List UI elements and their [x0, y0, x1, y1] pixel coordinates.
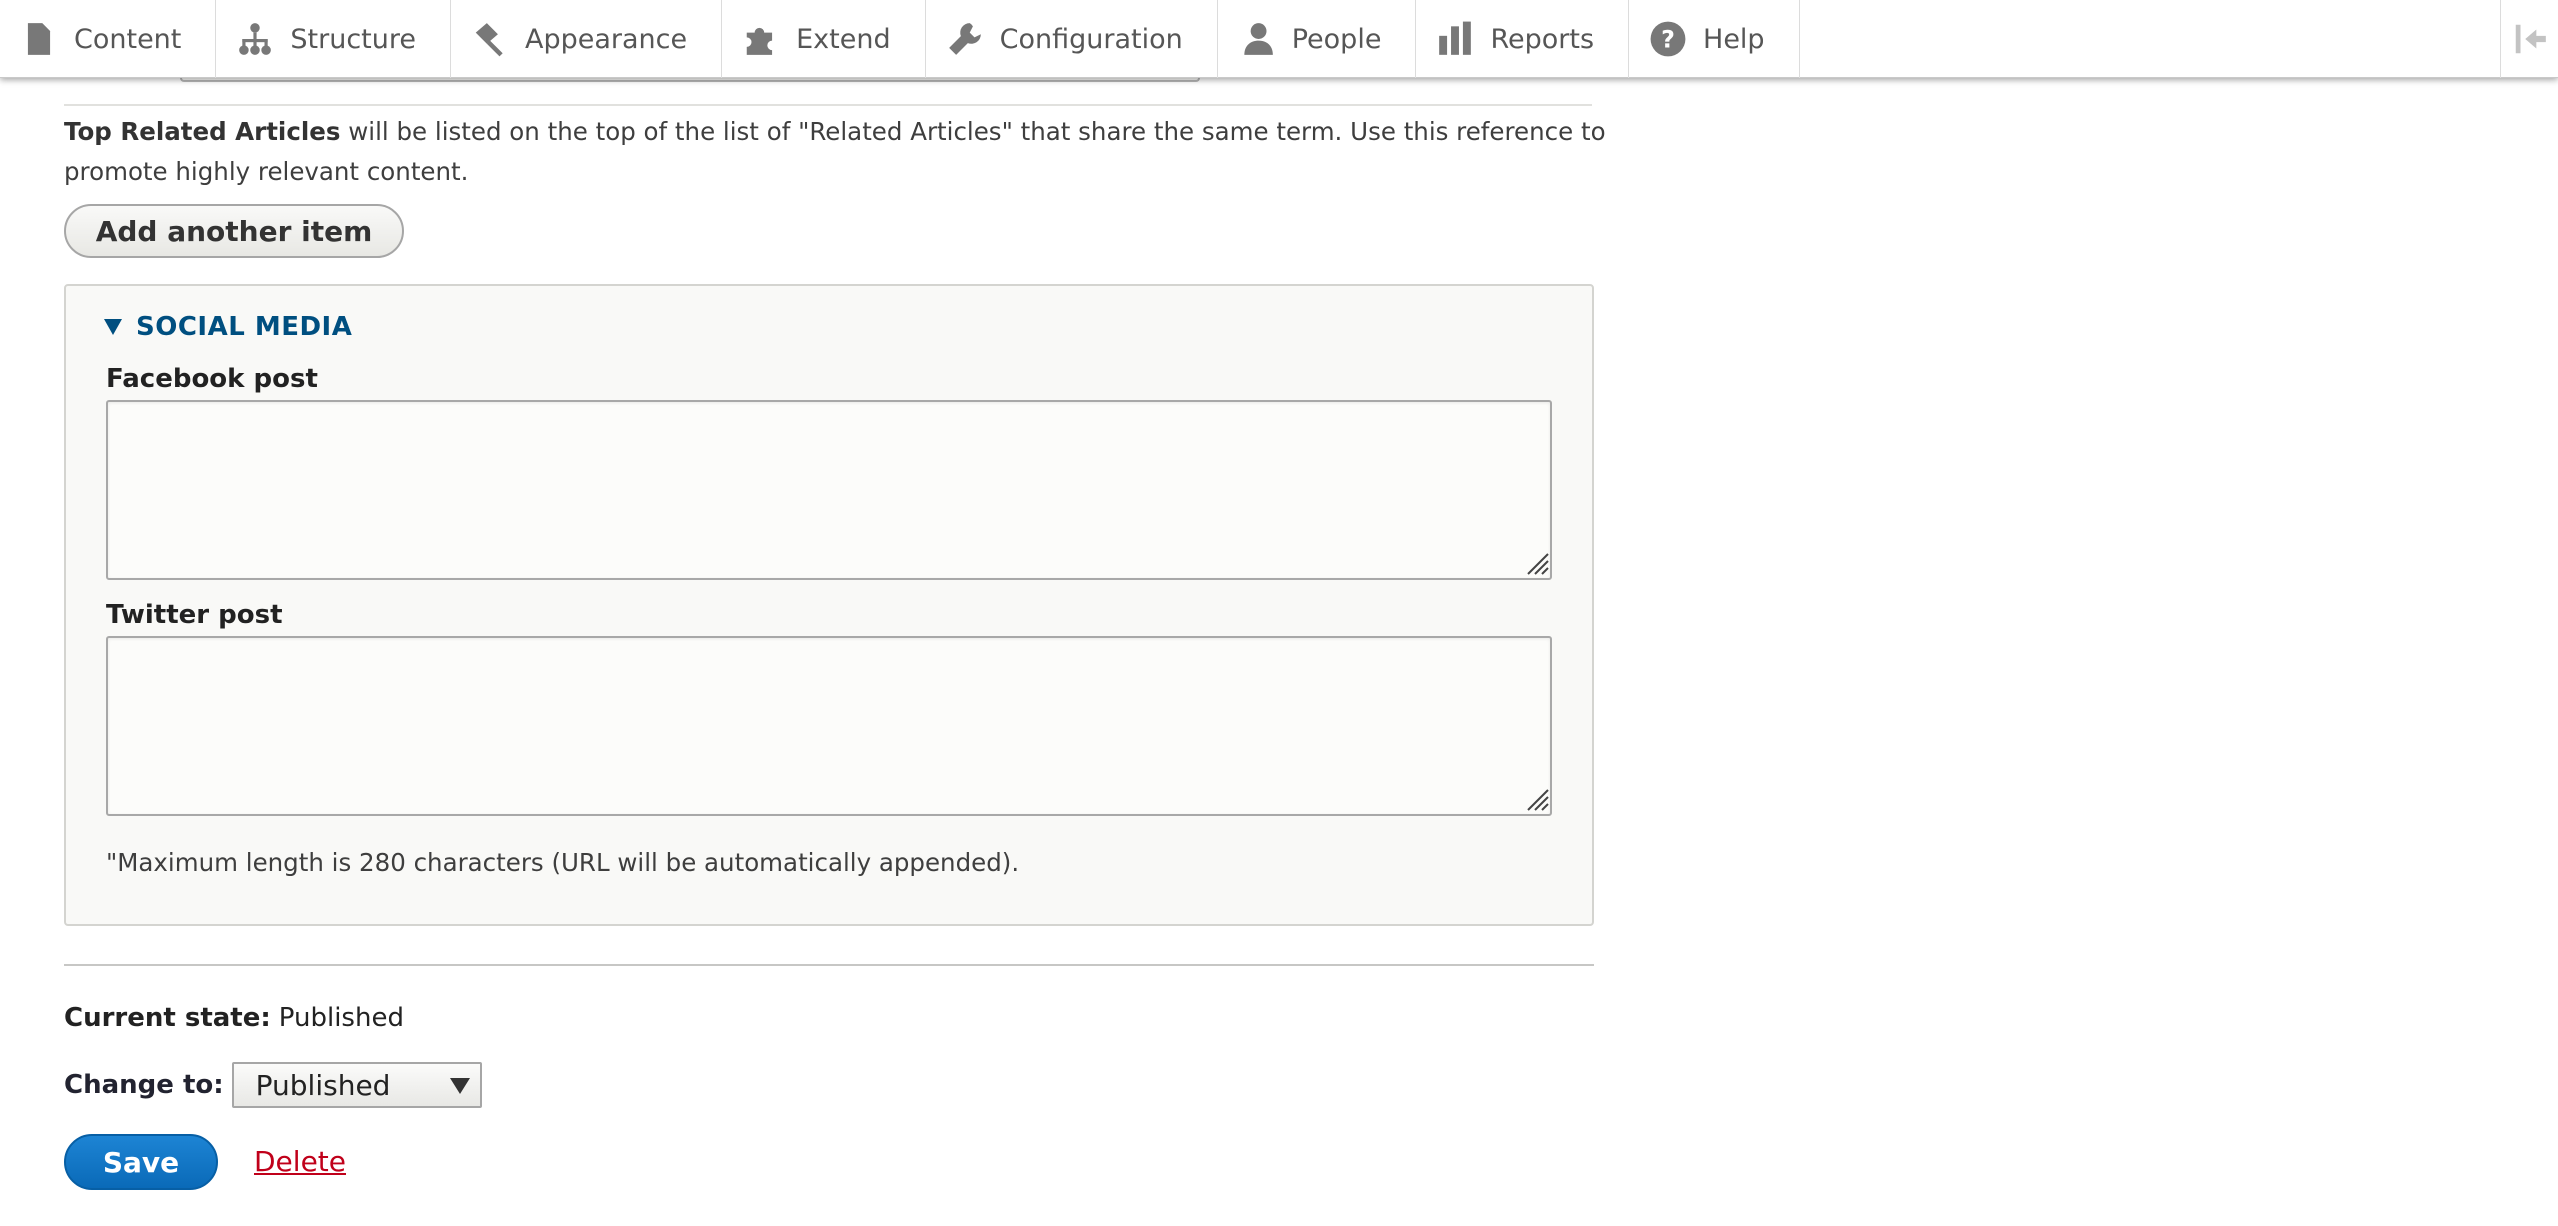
paint-roller-icon	[475, 23, 503, 57]
resize-grip-icon[interactable]	[1522, 784, 1550, 812]
twitter-post-label: Twitter post	[106, 600, 283, 630]
social-media-fieldset: SOCIAL MEDIA Facebook post Twitter post …	[64, 284, 1594, 926]
divider	[64, 104, 1592, 106]
toolbar-item-people[interactable]: People	[1218, 0, 1417, 78]
bar-chart-icon	[1439, 21, 1472, 55]
toolbar-item-label: Content	[74, 23, 182, 55]
description-text: will be listed on the top of the list of…	[340, 117, 1606, 146]
change-to-selected-value: Published	[255, 1068, 391, 1102]
twitter-post-textarea[interactable]	[106, 636, 1552, 816]
toolbar-item-label: Structure	[290, 23, 416, 55]
facebook-post-textarea[interactable]	[106, 400, 1552, 580]
toolbar-item-label: Reports	[1490, 23, 1595, 55]
admin-toolbar: Content Structure Appearance Extend Conf…	[0, 0, 2558, 78]
puzzle-icon	[746, 27, 773, 55]
top-related-description: Top Related Articles will be listed on t…	[64, 112, 1624, 192]
toolbar-item-appearance[interactable]: Appearance	[451, 0, 723, 78]
toolbar-item-label: Help	[1703, 23, 1765, 55]
toolbar-item-structure[interactable]: Structure	[216, 0, 451, 78]
collapse-arrow-icon	[2515, 24, 2546, 54]
social-media-toggle[interactable]: SOCIAL MEDIA	[104, 312, 352, 342]
save-button[interactable]: Save	[64, 1134, 218, 1190]
chevron-down-icon	[449, 1078, 470, 1094]
help-circle-icon: ?	[1650, 21, 1686, 57]
change-to-row: Change to: Published	[64, 1062, 482, 1108]
toolbar-item-label: People	[1291, 23, 1382, 55]
svg-text:?: ?	[1661, 26, 1675, 54]
current-state-label: Current state:	[64, 1003, 271, 1033]
facebook-post-label: Facebook post	[106, 364, 318, 394]
toolbar-item-content[interactable]: Content	[0, 0, 217, 78]
description-text-2: promote highly relevant content.	[64, 157, 469, 186]
toolbar-item-extend[interactable]: Extend	[722, 0, 926, 78]
toolbar-item-help[interactable]: ? Help	[1629, 0, 1800, 78]
change-to-label: Change to:	[64, 1070, 224, 1100]
add-another-item-button[interactable]: Add another item	[64, 204, 404, 258]
description-bold: Top Related Articles	[64, 117, 341, 146]
toolbar-item-label: Appearance	[525, 23, 688, 55]
current-state-value: Published	[278, 1003, 404, 1033]
toolbar-collapse-button[interactable]	[2500, 0, 2558, 78]
current-state: Current state: Published	[64, 1003, 404, 1033]
twitter-help-text: "Maximum length is 280 characters (URL w…	[106, 848, 1020, 877]
divider	[64, 964, 1594, 966]
wrench-icon	[948, 23, 981, 55]
toolbar-item-reports[interactable]: Reports	[1416, 0, 1630, 78]
toolbar-item-label: Extend	[796, 23, 891, 55]
toolbar-item-configuration[interactable]: Configuration	[926, 0, 1218, 78]
triangle-down-icon	[104, 319, 122, 335]
social-media-legend: SOCIAL MEDIA	[136, 312, 353, 342]
sitemap-icon	[239, 23, 272, 55]
delete-link[interactable]: Delete	[254, 1145, 346, 1178]
toolbar-item-label: Configuration	[999, 23, 1183, 55]
change-to-select[interactable]: Published	[231, 1062, 482, 1108]
person-icon	[1244, 23, 1273, 55]
file-icon	[27, 23, 51, 55]
resize-grip-icon[interactable]	[1522, 548, 1550, 576]
